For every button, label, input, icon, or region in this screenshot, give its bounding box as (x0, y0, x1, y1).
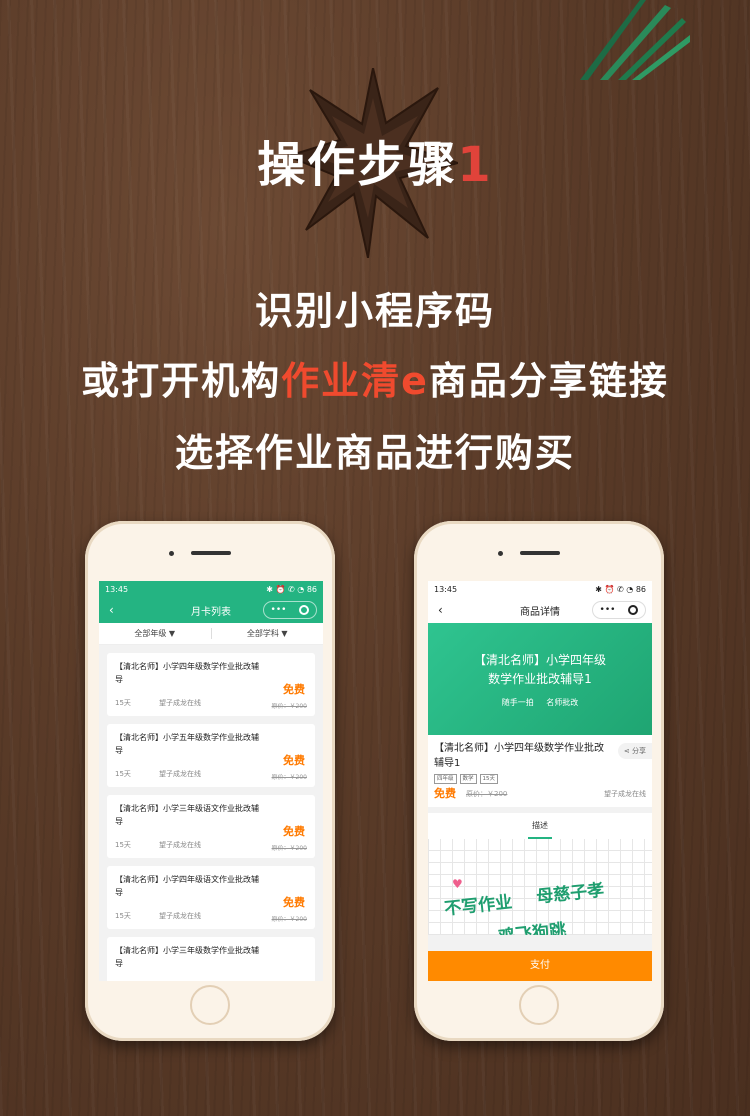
subject-filter-dropdown[interactable]: 全部学科 ▼ (212, 628, 324, 639)
back-arrow-icon[interactable]: ‹ (438, 603, 443, 617)
camera-dot (169, 551, 174, 556)
banner-title-line-1: 【清北名师】小学四年级 (473, 653, 606, 667)
banner-subtitle: 随手一拍 名师批改 (501, 698, 579, 707)
instruction-line-2-post: 商品分享链接 (428, 359, 669, 403)
card-days: 15天 (115, 912, 131, 920)
more-dots-icon[interactable]: ••• (271, 605, 287, 615)
product-card[interactable]: 【清北名师】小学四年级语文作业批改辅导 15天 望子成龙在线 免费 原价：￥20… (107, 866, 315, 929)
card-title: 【清北名师】小学五年级数学作业批改辅导 (115, 733, 259, 755)
card-title: 【清北名师】小学三年级语文作业批改辅导 (115, 804, 259, 826)
instruction-line-2: 或打开机构作业清e商品分享链接 (0, 350, 750, 405)
status-time: 13:45 (434, 584, 458, 594)
product-tags: 四年级 数学 15天 (434, 774, 646, 784)
heart-icon: ♥ (452, 877, 463, 891)
card-price: 免费 (283, 896, 305, 909)
card-price: 免费 (283, 825, 305, 838)
close-circle-icon[interactable] (628, 605, 639, 615)
desc-ad-text-1: 不写作业 (443, 892, 514, 920)
card-org: 望子成龙在线 (159, 770, 201, 778)
product-price: 免费 (434, 787, 456, 800)
speaker-slot (520, 551, 560, 555)
product-card[interactable]: 【清北名师】小学五年级数学作业批改辅导 15天 望子成龙在线 免费 原价：￥20… (107, 724, 315, 787)
card-org: 望子成龙在线 (159, 699, 201, 707)
close-circle-icon[interactable] (299, 605, 310, 615)
status-icons: ✱ ⏰ ✆ ◔ 86 (266, 584, 317, 594)
speaker-slot (191, 551, 231, 555)
product-card[interactable]: 【清北名师】小学三年级数学作业批改辅导 (107, 937, 315, 981)
nav-bar: ‹ 月卡列表 ••• (99, 597, 323, 623)
nav-bar: ‹ 商品详情 ••• (428, 597, 652, 623)
product-banner: 【清北名师】小学四年级 数学作业批改辅导1 随手一拍 名师批改 (428, 623, 652, 735)
product-card[interactable]: 【清北名师】小学四年级数学作业批改辅导 15天 望子成龙在线 免费 原价：￥20… (107, 653, 315, 716)
card-original-price: 原价：￥200 (271, 774, 307, 781)
page-title: 操作步骤1 (0, 125, 750, 195)
tag-duration: 15天 (479, 774, 499, 784)
card-price: 免费 (283, 683, 305, 696)
share-button[interactable]: ⋖ 分享 (617, 743, 652, 759)
card-days: 15天 (115, 770, 131, 778)
home-button[interactable] (519, 985, 559, 1025)
card-original-price: 原价：￥200 (271, 845, 307, 852)
status-icons: ✱ ⏰ ✆ ◔ 86 (595, 584, 646, 594)
instruction-line-2-pre: 或打开机构 (81, 359, 282, 403)
instruction-line-3: 选择作业商品进行购买 (174, 431, 575, 475)
status-time: 13:45 (105, 584, 129, 594)
product-card[interactable]: 【清北名师】小学三年级语文作业批改辅导 15天 望子成龙在线 免费 原价：￥20… (107, 795, 315, 858)
description-image: ♥ 不写作业 母慈子孝 鸡飞狗跳 (428, 839, 652, 935)
phone-left-screen: 13:45 ✱ ⏰ ✆ ◔ 86 ‹ 月卡列表 ••• 全部年级 ▼ 全部学科 … (99, 581, 323, 981)
card-original-price: 原价：￥200 (271, 916, 307, 923)
nav-title: 商品详情 (520, 606, 560, 618)
card-org: 望子成龙在线 (159, 841, 201, 849)
card-days: 15天 (115, 699, 131, 707)
product-info: 【清北名师】小学四年级数学作业批改辅导1 ⋖ 分享 四年级 数学 15天 免费 … (428, 735, 652, 807)
desc-ad-text-2: 母慈子孝 (535, 880, 606, 908)
more-dots-icon[interactable]: ••• (600, 605, 616, 615)
card-days: 15天 (115, 841, 131, 849)
phone-right-screen: 13:45 ✱ ⏰ ✆ ◔ 86 ‹ 商品详情 ••• 【清北名师】小学四年级 … (428, 581, 652, 981)
back-arrow-icon[interactable]: ‹ (109, 603, 114, 617)
tab-description-label: 描述 (532, 821, 548, 830)
title-step-number: 1 (457, 137, 493, 193)
grass-decoration (580, 0, 690, 80)
tag-grade: 四年级 (434, 774, 457, 784)
instruction-line-1: 识别小程序码 (254, 289, 495, 333)
status-bar: 13:45 ✱ ⏰ ✆ ◔ 86 (428, 581, 652, 597)
card-original-price: 原价：￥200 (271, 703, 307, 710)
instruction-line-2-highlight: 作业清e (281, 359, 429, 403)
phone-left: 13:45 ✱ ⏰ ✆ ◔ 86 ‹ 月卡列表 ••• 全部年级 ▼ 全部学科 … (85, 521, 335, 1041)
card-title: 【清北名师】小学四年级数学作业批改辅导 (115, 662, 259, 684)
status-bar: 13:45 ✱ ⏰ ✆ ◔ 86 (99, 581, 323, 597)
card-title: 【清北名师】小学三年级数学作业批改辅导 (115, 946, 259, 968)
tab-description[interactable]: 描述 (428, 813, 652, 839)
mini-program-capsule[interactable]: ••• (263, 601, 317, 619)
nav-title: 月卡列表 (191, 606, 231, 618)
filter-bar: 全部年级 ▼ 全部学科 ▼ (99, 623, 323, 645)
home-button[interactable] (190, 985, 230, 1025)
product-original-price: 原价：￥200 (466, 790, 508, 798)
card-org: 望子成龙在线 (159, 912, 201, 920)
share-label: 分享 (632, 747, 646, 755)
product-org: 望子成龙在线 (604, 790, 646, 798)
mini-program-capsule[interactable]: ••• (592, 601, 646, 619)
grade-filter-dropdown[interactable]: 全部年级 ▼ (99, 628, 212, 639)
share-icon: ⋖ (623, 747, 630, 755)
tag-subject: 数学 (459, 774, 477, 784)
card-title: 【清北名师】小学四年级语文作业批改辅导 (115, 875, 259, 897)
camera-dot (498, 551, 503, 556)
banner-title-line-2: 数学作业批改辅导1 (488, 672, 592, 686)
product-title: 【清北名师】小学四年级数学作业批改辅导1 (434, 743, 604, 769)
card-price: 免费 (283, 754, 305, 767)
title-text: 操作步骤 (257, 137, 458, 193)
phone-right: 13:45 ✱ ⏰ ✆ ◔ 86 ‹ 商品详情 ••• 【清北名师】小学四年级 … (414, 521, 664, 1041)
desc-ad-text-3: 鸡飞狗跳 (497, 920, 568, 935)
pay-button[interactable]: 支付 (428, 951, 652, 981)
